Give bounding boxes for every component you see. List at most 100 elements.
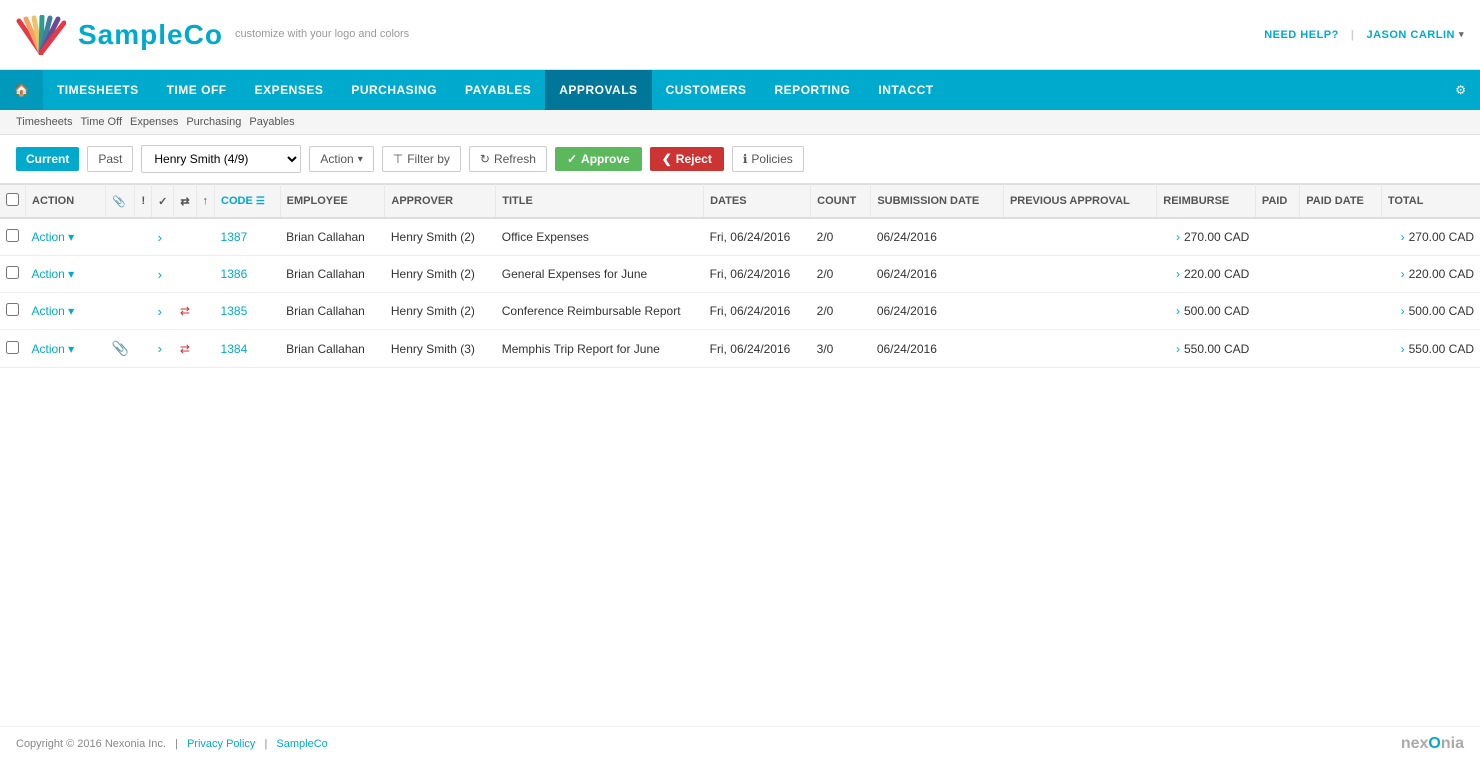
- row-action-dropdown[interactable]: Action ▾: [32, 267, 100, 281]
- attach-icon[interactable]: 📎: [112, 340, 129, 356]
- nav-timesheets[interactable]: TIMESHEETS: [43, 70, 153, 110]
- action-button[interactable]: Action: [309, 146, 373, 172]
- row-checkbox[interactable]: [6, 303, 19, 316]
- row-employee-cell: Brian Callahan: [280, 218, 385, 256]
- shuffle-icon[interactable]: ⇄: [180, 304, 190, 318]
- row-expand-cell: ›: [152, 218, 174, 256]
- row-count-cell: 2/0: [811, 293, 871, 330]
- footer-separator: |: [175, 738, 181, 750]
- policies-button[interactable]: ℹ Policies: [732, 146, 804, 172]
- refresh-button[interactable]: ↻ Refresh: [469, 146, 547, 172]
- row-shuffle-cell: ⇄: [174, 293, 196, 330]
- breadcrumb-purchasing[interactable]: Purchasing: [186, 116, 241, 128]
- row-employee-cell: Brian Callahan: [280, 256, 385, 293]
- toolbar: Current Past Henry Smith (4/9) Action ⊤ …: [0, 135, 1480, 184]
- row-action-dropdown[interactable]: Action ▾: [32, 230, 100, 244]
- row-title-cell: Memphis Trip Report for June: [496, 330, 704, 368]
- reimburse-expand-icon[interactable]: ›: [1176, 304, 1180, 318]
- th-employee: EMPLOYEE: [280, 185, 385, 219]
- row-checkbox-cell: [0, 218, 26, 256]
- expense-table-container: ACTION 📎 ! ✓ ⇄ ↑ CODE ☰ EMPLOYEE APPROVE…: [0, 184, 1480, 368]
- reject-button[interactable]: ❮ Reject: [650, 147, 724, 171]
- nav-customers[interactable]: CUSTOMERS: [652, 70, 761, 110]
- th-title: TITLE: [496, 185, 704, 219]
- total-expand-icon[interactable]: ›: [1401, 342, 1405, 356]
- past-button[interactable]: Past: [87, 146, 133, 172]
- code-link[interactable]: 1384: [221, 342, 248, 356]
- breadcrumb-payables[interactable]: Payables: [249, 116, 294, 128]
- shuffle-icon[interactable]: ⇄: [180, 342, 190, 356]
- th-paid: PAID: [1255, 185, 1299, 219]
- sampleco-link[interactable]: SampleCo: [276, 738, 327, 750]
- nav-settings-icon[interactable]: ⚙: [1441, 70, 1480, 110]
- code-link[interactable]: 1386: [221, 267, 248, 281]
- th-attach: 📎: [106, 185, 135, 219]
- total-expand-icon[interactable]: ›: [1401, 304, 1405, 318]
- copyright-text: Copyright © 2016 Nexonia Inc.: [16, 738, 166, 750]
- row-action-dropdown[interactable]: Action ▾: [32, 342, 100, 356]
- privacy-policy-link[interactable]: Privacy Policy: [187, 738, 255, 750]
- filter-button[interactable]: ⊤ Filter by: [382, 146, 461, 172]
- row-paid-cell: [1255, 293, 1299, 330]
- reject-label: Reject: [676, 152, 712, 166]
- logo-icon: [16, 15, 66, 55]
- employee-select[interactable]: Henry Smith (4/9): [141, 145, 301, 173]
- expense-table: ACTION 📎 ! ✓ ⇄ ↑ CODE ☰ EMPLOYEE APPROVE…: [0, 184, 1480, 368]
- nav-expenses[interactable]: EXPENSES: [241, 70, 338, 110]
- help-link[interactable]: NEED HELP?: [1264, 29, 1339, 41]
- breadcrumb-timesheets[interactable]: Timesheets: [16, 116, 72, 128]
- row-export-cell: [196, 293, 215, 330]
- reimburse-expand-icon[interactable]: ›: [1176, 230, 1180, 244]
- breadcrumb-expenses[interactable]: Expenses: [130, 116, 178, 128]
- breadcrumb-time-off[interactable]: Time Off: [80, 116, 122, 128]
- row-exclaim-cell: [135, 293, 152, 330]
- total-amount: 270.00 CAD: [1409, 230, 1474, 244]
- reimburse-amount: 500.00 CAD: [1184, 304, 1249, 318]
- nav-home-button[interactable]: 🏠: [0, 70, 43, 110]
- expand-icon[interactable]: ›: [158, 230, 162, 245]
- row-expand-cell: ›: [152, 256, 174, 293]
- sort-icon: ☰: [256, 196, 265, 207]
- app-tagline: customize with your logo and colors: [235, 27, 409, 42]
- approve-button[interactable]: ✓ Approve: [555, 147, 642, 171]
- user-menu[interactable]: JASON CARLIN ▾: [1366, 29, 1464, 41]
- row-checkbox[interactable]: [6, 229, 19, 242]
- select-all-checkbox[interactable]: [6, 193, 19, 206]
- current-button[interactable]: Current: [16, 147, 79, 171]
- row-dates-cell: Fri, 06/24/2016: [704, 218, 811, 256]
- nav-payables[interactable]: PAYABLES: [451, 70, 545, 110]
- expand-icon[interactable]: ›: [158, 341, 162, 356]
- row-action-cell: Action ▾: [26, 256, 106, 293]
- approve-check-icon: ✓: [567, 152, 577, 166]
- nav-reporting[interactable]: REPORTING: [761, 70, 865, 110]
- th-checkbox: [0, 185, 26, 219]
- row-action-cell: Action ▾: [26, 218, 106, 256]
- code-link[interactable]: 1387: [221, 230, 248, 244]
- nav-intacct[interactable]: INTACCT: [864, 70, 947, 110]
- reimburse-expand-icon[interactable]: ›: [1176, 342, 1180, 356]
- nav-approvals[interactable]: APPROVALS: [545, 70, 651, 110]
- policies-info-icon: ℹ: [743, 152, 748, 166]
- row-submission-date-cell: 06/24/2016: [871, 218, 1004, 256]
- total-expand-icon[interactable]: ›: [1401, 267, 1405, 281]
- total-expand-icon[interactable]: ›: [1401, 230, 1405, 244]
- row-count-cell: 3/0: [811, 330, 871, 368]
- expand-icon[interactable]: ›: [158, 304, 162, 319]
- table-row: Action ▾ 📎 › ⇄ 1384 Brian Callahan Henry…: [0, 330, 1480, 368]
- footer: Copyright © 2016 Nexonia Inc. | Privacy …: [0, 726, 1480, 761]
- nav-time-off[interactable]: TIME OFF: [153, 70, 241, 110]
- code-link[interactable]: 1385: [221, 304, 248, 318]
- row-code-cell: 1387: [215, 218, 281, 256]
- row-title-cell: Conference Reimbursable Report: [496, 293, 704, 330]
- nav-purchasing[interactable]: PURCHASING: [337, 70, 451, 110]
- total-amount: 500.00 CAD: [1409, 304, 1474, 318]
- approve-label: Approve: [581, 152, 630, 166]
- row-checkbox[interactable]: [6, 341, 19, 354]
- row-checkbox[interactable]: [6, 266, 19, 279]
- th-code[interactable]: CODE ☰: [215, 185, 281, 219]
- expand-icon[interactable]: ›: [158, 267, 162, 282]
- reject-arrow-icon: ❮: [662, 152, 672, 166]
- row-checkbox-cell: [0, 330, 26, 368]
- row-action-dropdown[interactable]: Action ▾: [32, 304, 100, 318]
- reimburse-expand-icon[interactable]: ›: [1176, 267, 1180, 281]
